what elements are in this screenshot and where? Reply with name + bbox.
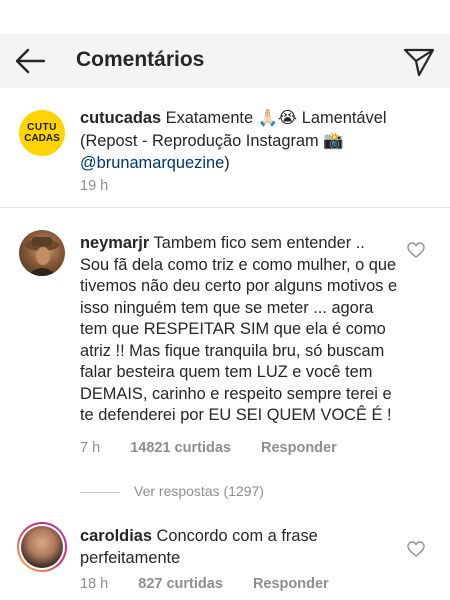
avatar-photo-icon xyxy=(21,526,63,568)
comment-body: Tambem fico sem entender .. Sou fã dela … xyxy=(80,234,398,424)
likes-count[interactable]: 827 curtidas xyxy=(138,576,223,592)
avatar[interactable] xyxy=(17,522,67,572)
caption-meta: 19 h xyxy=(80,178,134,194)
avatar-photo-icon xyxy=(25,237,59,276)
page-title: Comentários xyxy=(76,48,205,71)
divider xyxy=(0,207,450,208)
username[interactable]: neymarjr xyxy=(80,234,149,252)
heart-icon[interactable] xyxy=(407,541,425,557)
back-arrow-icon[interactable] xyxy=(14,47,46,75)
status-area xyxy=(0,0,450,34)
comment-meta: 7 h 14821 curtidas Responder xyxy=(80,440,363,456)
timestamp: 7 h xyxy=(80,440,101,456)
likes-count[interactable]: 14821 curtidas xyxy=(130,440,231,456)
reply-button[interactable]: Responder xyxy=(253,576,329,592)
avatar-logo-text: CADAS xyxy=(24,133,60,144)
username[interactable]: cutucadas xyxy=(80,109,161,127)
comment-text: neymarjr Tambem fico sem entender .. Sou… xyxy=(80,233,398,427)
view-replies-button[interactable]: Ver respostas (1297) xyxy=(80,483,264,503)
direct-send-icon[interactable] xyxy=(402,46,436,78)
reply-button[interactable]: Responder xyxy=(261,440,337,456)
view-replies-label: Ver respostas (1297) xyxy=(134,483,264,499)
top-bar: Comentários xyxy=(0,34,450,88)
caption-text: cutucadas Exatamente 🙏🏻😭 Lamentável (Rep… xyxy=(80,107,410,175)
avatar[interactable] xyxy=(19,230,65,276)
username[interactable]: caroldias xyxy=(80,527,152,545)
mention-link[interactable]: @brunamarquezine xyxy=(80,154,224,172)
comment-meta: 18 h 827 curtidas Responder xyxy=(80,576,355,592)
timestamp: 19 h xyxy=(80,178,109,194)
avatar[interactable]: CUTU CADAS xyxy=(19,110,65,156)
comment-text: ) xyxy=(224,154,230,172)
heart-icon[interactable] xyxy=(407,242,425,258)
comment-text: caroldias Concordo com a frase perfeitam… xyxy=(80,526,398,569)
timestamp: 18 h xyxy=(80,576,109,592)
avatar-logo-text: CUTU xyxy=(27,122,57,133)
replies-line xyxy=(80,491,120,493)
